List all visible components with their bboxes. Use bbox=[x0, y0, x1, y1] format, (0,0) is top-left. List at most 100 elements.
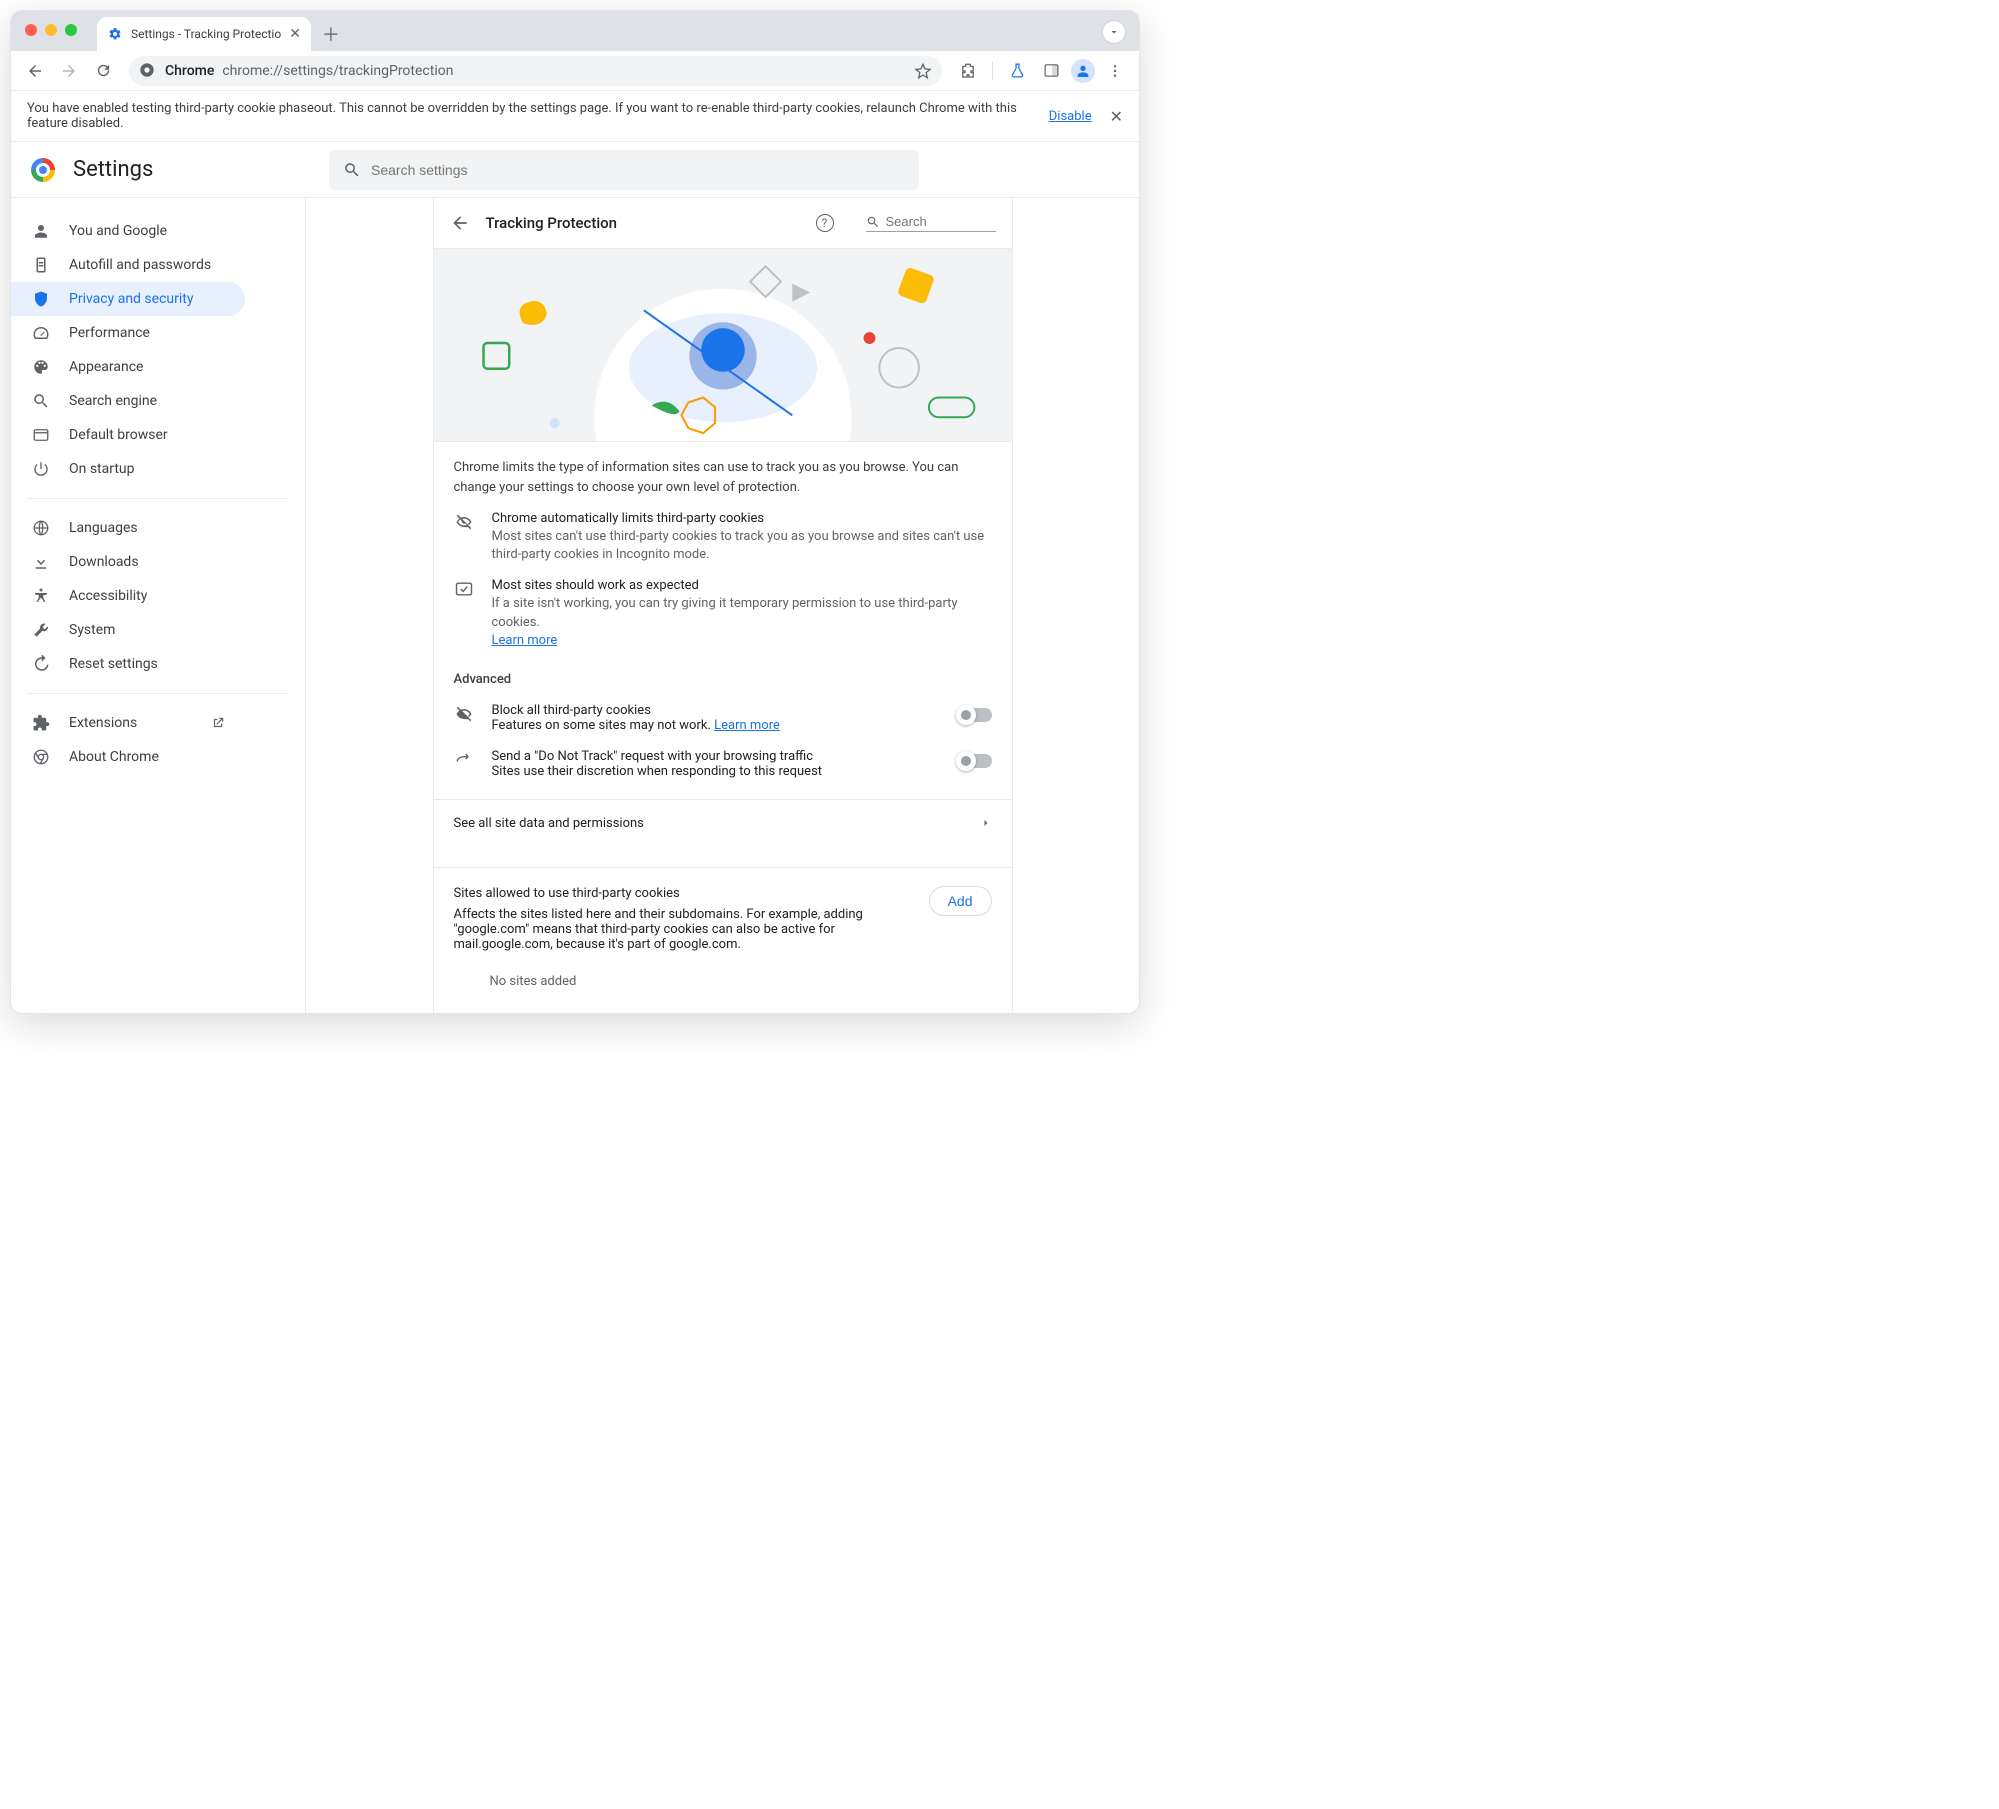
download-icon bbox=[31, 553, 51, 571]
labs-button[interactable] bbox=[1003, 57, 1031, 85]
panel-search[interactable] bbox=[866, 214, 996, 232]
sidebar-item-default-browser[interactable]: Default browser bbox=[11, 418, 245, 452]
sidebar-item-extensions[interactable]: Extensions bbox=[11, 706, 245, 740]
search-icon bbox=[31, 392, 51, 410]
eye-off-icon bbox=[454, 511, 474, 564]
panel-search-input[interactable] bbox=[886, 214, 996, 229]
search-settings-input[interactable] bbox=[371, 162, 905, 178]
palette-icon bbox=[31, 358, 51, 376]
toggle-dnt: Send a "Do Not Track" request with your … bbox=[434, 733, 1012, 779]
toggle-title: Block all third-party cookies bbox=[492, 703, 940, 718]
bookmark-button[interactable] bbox=[914, 62, 932, 80]
sidebar-item-search-engine[interactable]: Search engine bbox=[11, 384, 245, 418]
chrome-logo-icon bbox=[31, 158, 55, 182]
window-controls bbox=[25, 24, 77, 36]
extensions-button[interactable] bbox=[954, 57, 982, 85]
side-panel-button[interactable] bbox=[1037, 57, 1065, 85]
browser-window: Settings - Tracking Protectio ✕ ＋ Chrome… bbox=[10, 10, 1140, 1014]
chevron-right-icon bbox=[980, 817, 992, 829]
row-title: Most sites should work as expected bbox=[492, 578, 992, 593]
sidebar-item-label: Performance bbox=[69, 325, 150, 341]
toggle-block-all: Block all third-party cookies Features o… bbox=[434, 687, 1012, 733]
tab-search-button[interactable] bbox=[1103, 21, 1125, 43]
sidebar-item-label: Default browser bbox=[69, 427, 168, 443]
browser-toolbar: Chrome chrome://settings/trackingProtect… bbox=[11, 51, 1139, 91]
tab-close-button[interactable]: ✕ bbox=[289, 27, 301, 41]
settings-header: Settings bbox=[11, 142, 1139, 198]
sidebar-item-label: System bbox=[69, 622, 115, 638]
back-button[interactable] bbox=[21, 57, 49, 85]
see-all-site-data-row[interactable]: See all site data and permissions bbox=[434, 800, 1012, 847]
sidebar-item-label: Accessibility bbox=[69, 588, 147, 604]
settings-title: Settings bbox=[73, 157, 153, 182]
url-origin: Chrome bbox=[165, 63, 214, 79]
window-minimize-button[interactable] bbox=[45, 24, 57, 36]
sidebar-item-privacy[interactable]: Privacy and security bbox=[11, 282, 245, 316]
panel-header: Tracking Protection ? bbox=[434, 198, 1012, 248]
toggle-switch[interactable] bbox=[958, 708, 992, 722]
search-settings-box[interactable] bbox=[329, 150, 919, 190]
reload-button[interactable] bbox=[89, 57, 117, 85]
allowed-sites-section: Sites allowed to use third-party cookies… bbox=[434, 868, 1012, 1011]
sidebar-item-downloads[interactable]: Downloads bbox=[11, 545, 245, 579]
sidebar-item-appearance[interactable]: Appearance bbox=[11, 350, 245, 384]
row-title: Chrome automatically limits third-party … bbox=[492, 511, 992, 526]
help-button[interactable]: ? bbox=[816, 214, 834, 232]
window-maximize-button[interactable] bbox=[65, 24, 77, 36]
address-bar[interactable]: Chrome chrome://settings/trackingProtect… bbox=[129, 56, 942, 86]
learn-more-link[interactable]: Learn more bbox=[714, 718, 780, 733]
allow-title: Sites allowed to use third-party cookies bbox=[454, 886, 913, 901]
browser-tab[interactable]: Settings - Tracking Protectio ✕ bbox=[97, 17, 311, 51]
restore-icon bbox=[31, 655, 51, 673]
sidebar-item-label: Languages bbox=[69, 520, 138, 536]
sidebar-item-languages[interactable]: Languages bbox=[11, 511, 245, 545]
sidebar-item-performance[interactable]: Performance bbox=[11, 316, 245, 350]
profile-button[interactable] bbox=[1071, 59, 1095, 83]
window-close-button[interactable] bbox=[25, 24, 37, 36]
chrome-origin-icon bbox=[139, 62, 157, 80]
sidebar-item-label: On startup bbox=[69, 461, 135, 477]
content-area: Tracking Protection ? bbox=[306, 198, 1139, 1014]
learn-more-link[interactable]: Learn more bbox=[492, 633, 558, 648]
add-site-button[interactable]: Add bbox=[929, 886, 992, 916]
panel: Tracking Protection ? bbox=[433, 198, 1013, 1014]
row-sub: If a site isn't working, you can try giv… bbox=[492, 595, 992, 650]
gear-icon bbox=[107, 26, 123, 42]
toggle-sub: Features on some sites may not work. Lea… bbox=[492, 718, 940, 733]
sidebar-item-label: Reset settings bbox=[69, 656, 158, 672]
toggle-sub: Sites use their discretion when respondi… bbox=[492, 764, 940, 779]
panel-title: Tracking Protection bbox=[486, 214, 618, 232]
new-tab-button[interactable]: ＋ bbox=[317, 20, 345, 48]
sidebar-item-label: You and Google bbox=[69, 223, 167, 239]
sidebar-item-you-and-google[interactable]: You and Google bbox=[11, 214, 245, 248]
sidebar-item-on-startup[interactable]: On startup bbox=[11, 452, 245, 486]
infobar-close-button[interactable]: ✕ bbox=[1110, 107, 1123, 126]
sidebar-item-reset[interactable]: Reset settings bbox=[11, 647, 245, 681]
sidebar-item-accessibility[interactable]: Accessibility bbox=[11, 579, 245, 613]
sidebar-item-system[interactable]: System bbox=[11, 613, 245, 647]
browser-menu-button[interactable] bbox=[1101, 57, 1129, 85]
row-sub: Most sites can't use third-party cookies… bbox=[492, 528, 992, 564]
power-icon bbox=[31, 460, 51, 478]
redirect-icon bbox=[454, 749, 474, 770]
clipboard-icon bbox=[31, 256, 51, 274]
advanced-heading: Advanced bbox=[434, 650, 1012, 687]
chrome-icon bbox=[31, 748, 51, 766]
tab-strip: Settings - Tracking Protectio ✕ ＋ bbox=[11, 11, 1139, 51]
forward-button[interactable] bbox=[55, 57, 83, 85]
sidebar-item-autofill[interactable]: Autofill and passwords bbox=[11, 248, 245, 282]
sidebar-separator bbox=[27, 498, 289, 499]
speedometer-icon bbox=[31, 324, 51, 342]
search-icon bbox=[343, 161, 361, 179]
eye-off-icon bbox=[454, 703, 474, 724]
toolbar-divider bbox=[992, 62, 993, 80]
sidebar-item-about[interactable]: About Chrome bbox=[11, 740, 245, 774]
sidebar-item-label: Autofill and passwords bbox=[69, 257, 211, 273]
sidebar-item-label: About Chrome bbox=[69, 749, 159, 765]
search-icon bbox=[866, 215, 880, 229]
sidebar-item-label: Downloads bbox=[69, 554, 139, 570]
toggle-switch[interactable] bbox=[958, 754, 992, 768]
checkbox-icon bbox=[454, 578, 474, 650]
panel-back-button[interactable] bbox=[450, 213, 470, 233]
infobar-disable-link[interactable]: Disable bbox=[1049, 109, 1092, 124]
